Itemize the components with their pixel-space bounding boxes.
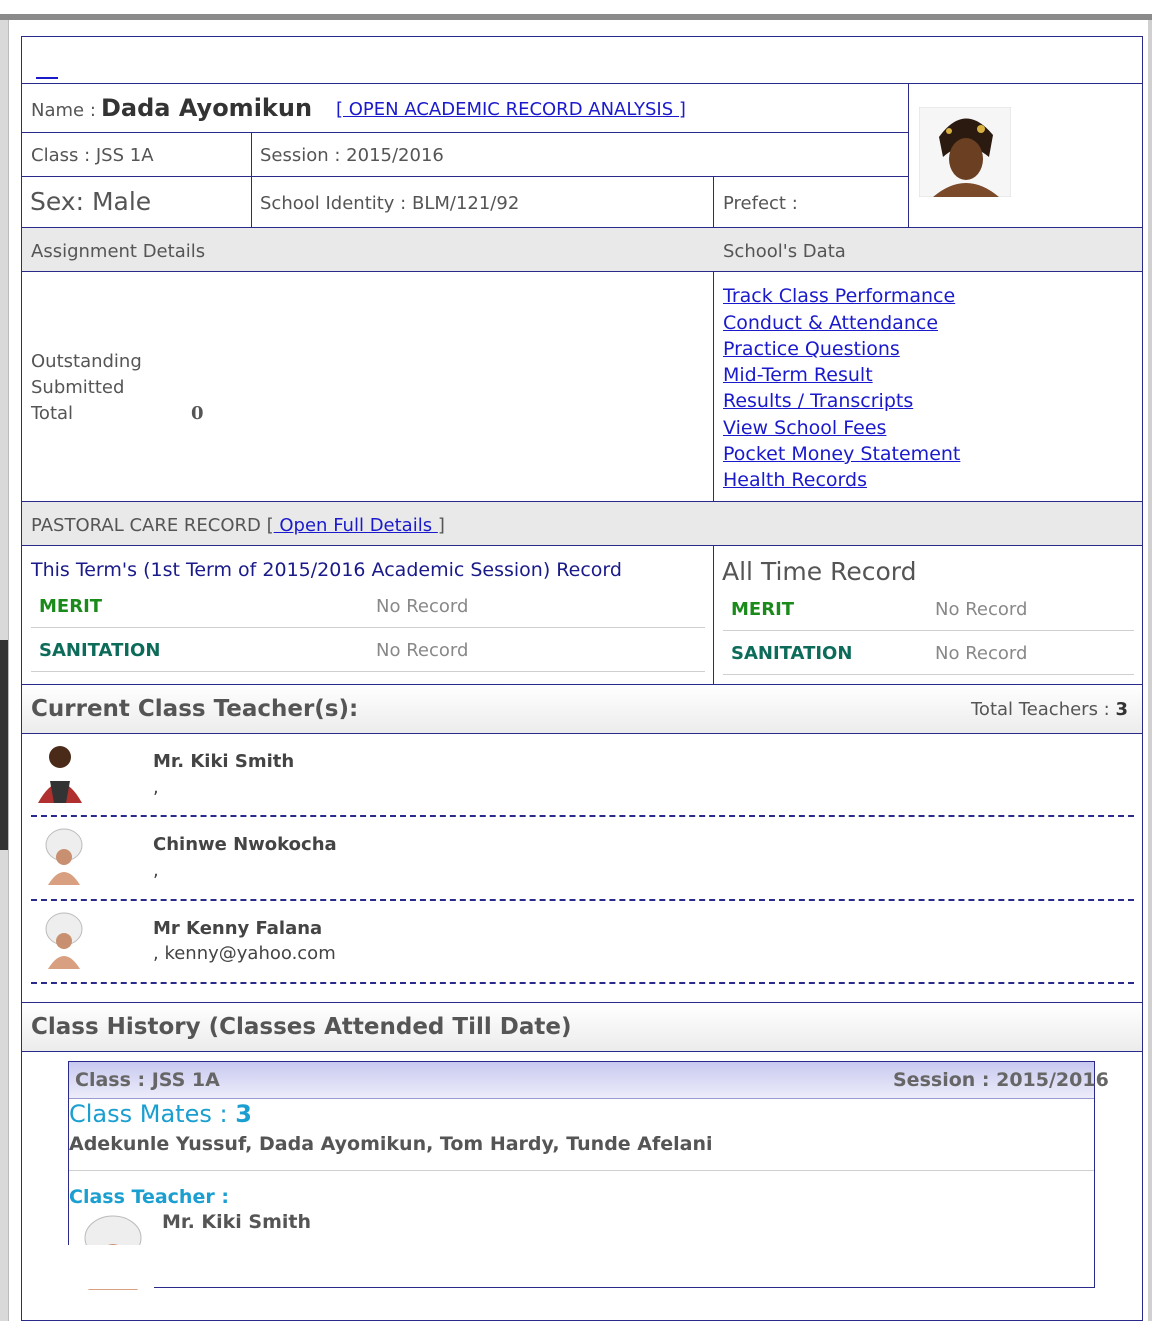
pastoral-bracket-close: ]	[437, 515, 445, 536]
term-merit-value: No Record	[376, 596, 469, 617]
classmates-count: 3	[235, 1100, 252, 1128]
school-identity: School Identity : BLM/121/92	[260, 193, 520, 214]
total-teachers-value: 3	[1115, 699, 1129, 720]
class-history-card: Class : JSS 1A Session : 2015/2016 Class…	[68, 1061, 1109, 1290]
teacher-avatar	[36, 741, 84, 803]
alltime-merit-label: MERIT	[731, 599, 795, 620]
open-full-details-link[interactable]: Open Full Details	[274, 515, 438, 536]
class-info: Class : JSS 1A	[31, 145, 154, 166]
teacher-avatar	[42, 911, 86, 969]
session-info: Session : 2015/2016	[260, 145, 444, 166]
classmates-label: Class Mates :	[69, 1100, 228, 1128]
background-page-strip	[0, 20, 9, 1321]
assignment-details-header: Assignment Details	[31, 241, 206, 262]
view-school-fees-link[interactable]: View School Fees	[723, 417, 886, 439]
student-name-row: Name : Dada Ayomikun	[31, 94, 312, 122]
alltime-sanitation-value: No Record	[935, 643, 1028, 664]
teacher-name: Mr. Kiki Smith	[153, 751, 295, 772]
academic-record-analysis-link[interactable]: [ OPEN ACADEMIC RECORD ANALYSIS ]	[336, 99, 686, 120]
pastoral-care-header: PASTORAL CARE RECORD [ Open Full Details…	[31, 515, 445, 536]
alltime-merit-value: No Record	[935, 599, 1028, 620]
conduct-attendance-link[interactable]: Conduct & Attendance	[723, 312, 938, 334]
top-link-mark[interactable]	[36, 77, 58, 79]
submitted-label: Submitted	[31, 377, 125, 398]
class-teacher-label: Class Teacher :	[69, 1186, 229, 1208]
mid-term-result-link[interactable]: Mid-Term Result	[723, 364, 873, 386]
teacher-avatar	[42, 827, 86, 885]
total-value: 0	[191, 403, 204, 424]
teacher-contact: , kenny@yahoo.com	[153, 943, 336, 964]
class-history-title: Class History (Classes Attended Till Dat…	[31, 1014, 572, 1040]
term-sanitation-value: No Record	[376, 640, 469, 661]
teacher-contact: ,	[153, 777, 159, 798]
history-session: Session : 2015/2016	[893, 1069, 1109, 1091]
name-label: Name :	[31, 100, 96, 121]
pastoral-care-title: PASTORAL CARE RECORD [	[31, 515, 274, 536]
teacher-name: Chinwe Nwokocha	[153, 834, 337, 855]
term-merit-label: MERIT	[39, 596, 103, 617]
prefect-info: Prefect :	[723, 193, 798, 214]
classmates-heading: Class Mates : 3	[69, 1100, 252, 1128]
class-teacher-name: Mr. Kiki Smith	[162, 1211, 312, 1233]
practice-questions-link[interactable]: Practice Questions	[723, 338, 900, 360]
results-transcripts-link[interactable]: Results / Transcripts	[723, 390, 913, 412]
sex-info: Sex: Male	[30, 187, 152, 216]
track-class-performance-link[interactable]: Track Class Performance	[723, 285, 955, 307]
total-label: Total	[31, 403, 74, 424]
student-name: Dada Ayomikun	[100, 94, 313, 122]
total-teachers: Total Teachers : 3	[971, 699, 1128, 720]
classmates-list: Adekunle Yussuf, Dada Ayomikun, Tom Hard…	[69, 1133, 713, 1155]
student-profile-panel: Name : Dada Ayomikun [ OPEN ACADEMIC REC…	[21, 36, 1143, 1321]
outstanding-label: Outstanding	[31, 351, 142, 372]
schools-data-header: School's Data	[723, 241, 846, 262]
teacher-name: Mr Kenny Falana	[153, 918, 323, 939]
alltime-sanitation-label: SANITATION	[731, 643, 853, 664]
current-teachers-title: Current Class Teacher(s):	[31, 696, 359, 722]
scrollbar[interactable]	[1148, 20, 1152, 1321]
term-record-title: This Term's (1st Term of 2015/2016 Acade…	[31, 559, 622, 581]
total-teachers-label: Total Teachers :	[971, 699, 1110, 720]
window-top-bar	[0, 0, 1152, 20]
all-time-record-title: All Time Record	[722, 557, 917, 586]
health-records-link[interactable]: Health Records	[723, 469, 867, 491]
teacher-contact: ,	[153, 860, 159, 881]
term-sanitation-label: SANITATION	[39, 640, 161, 661]
pocket-money-statement-link[interactable]: Pocket Money Statement	[723, 443, 960, 465]
student-photo	[918, 106, 1012, 198]
history-class: Class : JSS 1A	[75, 1069, 220, 1091]
